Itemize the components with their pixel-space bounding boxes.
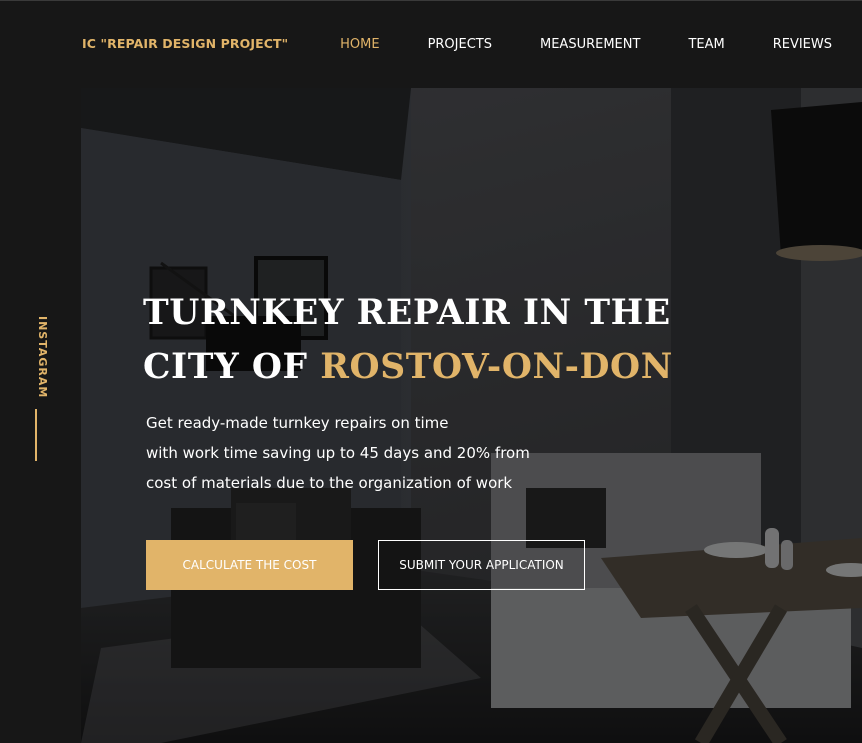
hero-description: Get ready-made turnkey repairs on time w…	[146, 408, 586, 498]
nav-measurement[interactable]: MEASUREMENT	[540, 37, 640, 52]
hero-description-line: cost of materials due to the organizatio…	[146, 474, 513, 492]
hero-title-line-1: TURNKEY REPAIR IN THE	[143, 293, 671, 333]
hero-title-city: ROSTOV-ON-DON	[320, 347, 673, 387]
nav-projects[interactable]: PROJECTS	[428, 37, 492, 52]
main-nav: HOME PROJECTS MEASUREMENT TEAM REVIEWS	[340, 37, 832, 52]
hero-title-line-2-prefix: CITY OF	[143, 347, 321, 387]
site-header: IC "REPAIR DESIGN PROJECT" HOME PROJECTS…	[0, 0, 862, 88]
hero-section: TURNKEY REPAIR IN THE CITY OF ROSTOV-ON-…	[81, 88, 862, 743]
nav-team[interactable]: TEAM	[688, 37, 724, 52]
site-logo[interactable]: IC "REPAIR DESIGN PROJECT"	[82, 36, 288, 51]
nav-reviews[interactable]: REVIEWS	[773, 37, 832, 52]
calculate-cost-button[interactable]: CALCULATE THE COST	[146, 540, 353, 590]
hero-description-line: Get ready-made turnkey repairs on time	[146, 414, 449, 432]
instagram-link[interactable]: INSTAGRAM	[36, 316, 49, 398]
hero-title: TURNKEY REPAIR IN THE CITY OF ROSTOV-ON-…	[143, 286, 673, 394]
side-divider	[35, 409, 37, 461]
hero-description-line: with work time saving up to 45 days and …	[146, 444, 530, 462]
submit-application-button[interactable]: SUBMIT YOUR APPLICATION	[378, 540, 585, 590]
nav-home[interactable]: HOME	[340, 37, 379, 52]
